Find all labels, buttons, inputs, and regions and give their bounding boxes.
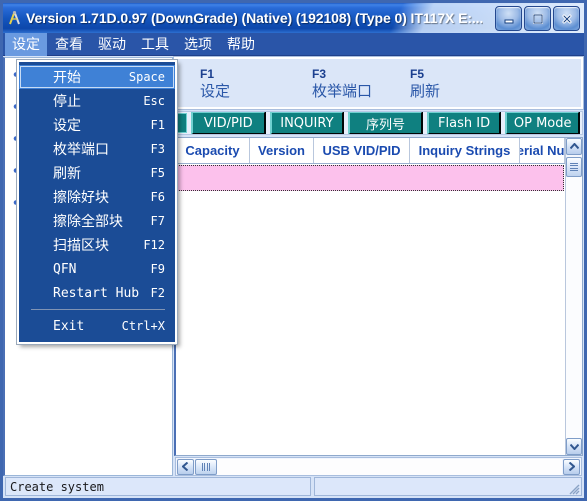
resize-grip-icon[interactable] [568, 483, 580, 495]
menu-item-tools[interactable]: 工具 [134, 32, 176, 57]
menu-option-label: Exit [53, 318, 85, 334]
minimize-button[interactable] [495, 6, 522, 31]
toolbar-button-enumerate-ports[interactable]: F3 枚举端口 [302, 67, 400, 100]
compass-icon [6, 10, 23, 27]
menu-option-erase-all-blocks[interactable]: 擦除全部块 F7 [19, 209, 175, 233]
column-header-usb-vid-pid[interactable]: USB VID/PID [314, 138, 410, 163]
menu-option-qfn[interactable]: QFN F9 [19, 257, 175, 281]
table-empty-area [176, 191, 565, 455]
scroll-up-icon[interactable] [566, 138, 582, 155]
toolbar-label-f1: 设定 [200, 81, 231, 100]
function-toolbar: F1 设定 F3 枚举端口 F5 刷新 [173, 56, 584, 110]
menu-option-label: Restart Hub [53, 285, 140, 301]
horizontal-scroll-track[interactable] [217, 458, 562, 475]
menu-option-shortcut: F2 [150, 286, 165, 300]
menu-option-label: 枚举端口 [53, 142, 109, 158]
thumb-grip-icon [201, 462, 211, 471]
menu-option-label: QFN [53, 261, 77, 277]
application-window: Version 1.71D.0.97 (DownGrade) (Native) … [0, 0, 587, 501]
menu-option-label: 刷新 [53, 166, 81, 182]
vertical-scroll-track[interactable] [566, 177, 582, 438]
column-header-capacity[interactable]: Capacity [176, 138, 250, 163]
window-title: Version 1.71D.0.97 (DownGrade) (Native) … [26, 10, 484, 26]
horizontal-scrollbar[interactable] [175, 457, 582, 476]
scroll-down-icon[interactable] [566, 438, 582, 455]
toolbar-button-settings[interactable]: F1 设定 [190, 67, 288, 100]
menu-option-stop[interactable]: 停止 Esc [19, 89, 175, 113]
menu-option-label: 停止 [53, 94, 81, 110]
menu-option-shortcut: F9 [150, 262, 165, 276]
tab-inquiry[interactable]: INQUIRY [269, 112, 345, 134]
view-tab-row: VID/PID INQUIRY 序列号 Flash ID OP Mode [174, 111, 583, 135]
menu-option-shortcut: F1 [150, 118, 165, 132]
toolbar-button-refresh[interactable]: F5 刷新 [400, 67, 498, 100]
menu-item-settings[interactable]: 设定 [5, 31, 47, 57]
menu-option-shortcut: F12 [143, 238, 165, 252]
toolbar-key-f1: F1 [200, 66, 215, 81]
menu-option-settings[interactable]: 设定 F1 [19, 113, 175, 137]
menu-option-refresh[interactable]: 刷新 F5 [19, 161, 175, 185]
window-controls [495, 6, 580, 31]
menu-option-shortcut: Esc [143, 94, 165, 108]
menu-option-label: 设定 [53, 118, 81, 134]
menu-option-shortcut: F5 [150, 166, 165, 180]
toolbar-key-f5: F5 [410, 66, 425, 81]
menu-item-view[interactable]: 查看 [48, 32, 90, 57]
menu-option-shortcut: Space [128, 70, 165, 84]
menu-option-shortcut: F6 [150, 190, 165, 204]
table-header-row: Capacity Version USB VID/PID Inquiry Str… [176, 138, 565, 164]
menu-option-shortcut: F3 [150, 142, 165, 156]
menu-option-restart-hub[interactable]: Restart Hub F2 [19, 281, 175, 305]
menu-option-start[interactable]: 开始 Space [19, 65, 175, 89]
main-panel: F1 设定 F3 枚举端口 F5 刷新 VID/PID INQUIRY 序列号 [173, 56, 584, 476]
menu-separator [31, 309, 165, 310]
device-table-body-wrap: Capacity Version USB VID/PID Inquiry Str… [176, 138, 565, 455]
tab-edge-left [177, 113, 187, 133]
settings-dropdown-menu: 开始 Space 停止 Esc 设定 F1 枚举端口 F3 刷新 F5 擦除好块… [16, 59, 178, 345]
table-row[interactable] [177, 165, 564, 191]
menu-bar: 设定 查看 驱动 工具 选项 帮助 [3, 31, 584, 57]
tab-vid-pid[interactable]: VID/PID [191, 112, 266, 134]
toolbar-label-f3: 枚举端口 [312, 81, 373, 100]
status-message: Create system [5, 477, 311, 496]
toolbar-label-f5: 刷新 [410, 81, 441, 100]
column-header-inquiry-strings[interactable]: Inquiry Strings [410, 138, 520, 163]
horizontal-scroll-thumb[interactable] [195, 458, 217, 475]
scroll-right-icon[interactable] [563, 458, 580, 475]
menu-option-exit[interactable]: Exit Ctrl+X [19, 314, 175, 338]
menu-option-scan-blocks[interactable]: 扫描区块 F12 [19, 233, 175, 257]
scroll-left-icon[interactable] [177, 458, 194, 475]
maximize-button[interactable] [524, 6, 551, 31]
tab-flash-id[interactable]: Flash ID [426, 112, 502, 134]
thumb-grip-icon [570, 162, 578, 172]
close-button[interactable] [553, 6, 580, 31]
menu-item-options[interactable]: 选项 [177, 32, 219, 57]
tab-serial-number[interactable]: 序列号 [348, 112, 423, 134]
column-header-serial-number[interactable]: Serial Num [520, 138, 565, 163]
tab-op-mode[interactable]: OP Mode [505, 112, 580, 134]
title-bar[interactable]: Version 1.71D.0.97 (DownGrade) (Native) … [3, 3, 584, 33]
device-table: Capacity Version USB VID/PID Inquiry Str… [174, 137, 583, 456]
menu-option-enumerate-ports[interactable]: 枚举端口 F3 [19, 137, 175, 161]
vertical-scroll-thumb[interactable] [566, 157, 582, 177]
status-bar: Create system [3, 476, 584, 498]
vertical-scrollbar[interactable] [565, 138, 582, 455]
menu-option-erase-good-blocks[interactable]: 擦除好块 F6 [19, 185, 175, 209]
menu-option-shortcut: F7 [150, 214, 165, 228]
menu-item-driver[interactable]: 驱动 [91, 32, 133, 57]
column-header-version[interactable]: Version [250, 138, 314, 163]
status-secondary [314, 477, 582, 496]
menu-option-label: 开始 [53, 70, 81, 86]
menu-option-label: 擦除好块 [53, 190, 109, 206]
menu-option-shortcut: Ctrl+X [121, 319, 165, 333]
menu-option-label: 扫描区块 [53, 238, 109, 254]
menu-option-label: 擦除全部块 [53, 214, 123, 230]
menu-item-help[interactable]: 帮助 [220, 32, 262, 57]
toolbar-key-f3: F3 [312, 66, 327, 81]
